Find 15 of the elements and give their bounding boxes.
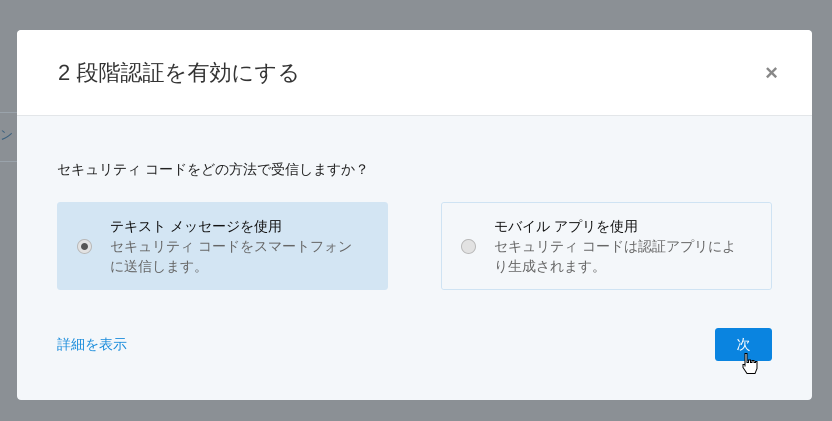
background-text: ン [0, 128, 13, 141]
option-title: テキスト メッセージを使用 [110, 217, 283, 236]
question-text: セキュリティ コードをどの方法で受信しますか？ [57, 160, 370, 179]
next-button[interactable]: 次 [715, 328, 772, 361]
option-description: セキュリティ コードは認証アプリにより生成されます。 [494, 237, 737, 276]
option-title: モバイル アプリを使用 [494, 217, 639, 236]
dialog-title: 2 段階認証を有効にする [58, 59, 300, 87]
radio-button[interactable] [77, 238, 92, 254]
hand-cursor-icon [740, 352, 758, 376]
option-description: セキュリティ コードをスマートフォンに送信します。 [110, 237, 353, 276]
radio-button[interactable] [461, 238, 476, 254]
option-card[interactable]: テキスト メッセージを使用 セキュリティ コードをスマートフォンに送信します。 [57, 202, 388, 290]
option-card[interactable]: モバイル アプリを使用 セキュリティ コードは認証アプリにより生成されます。 [441, 202, 772, 290]
details-link[interactable]: 詳細を表示 [57, 334, 127, 355]
close-button[interactable]: × [765, 62, 778, 84]
